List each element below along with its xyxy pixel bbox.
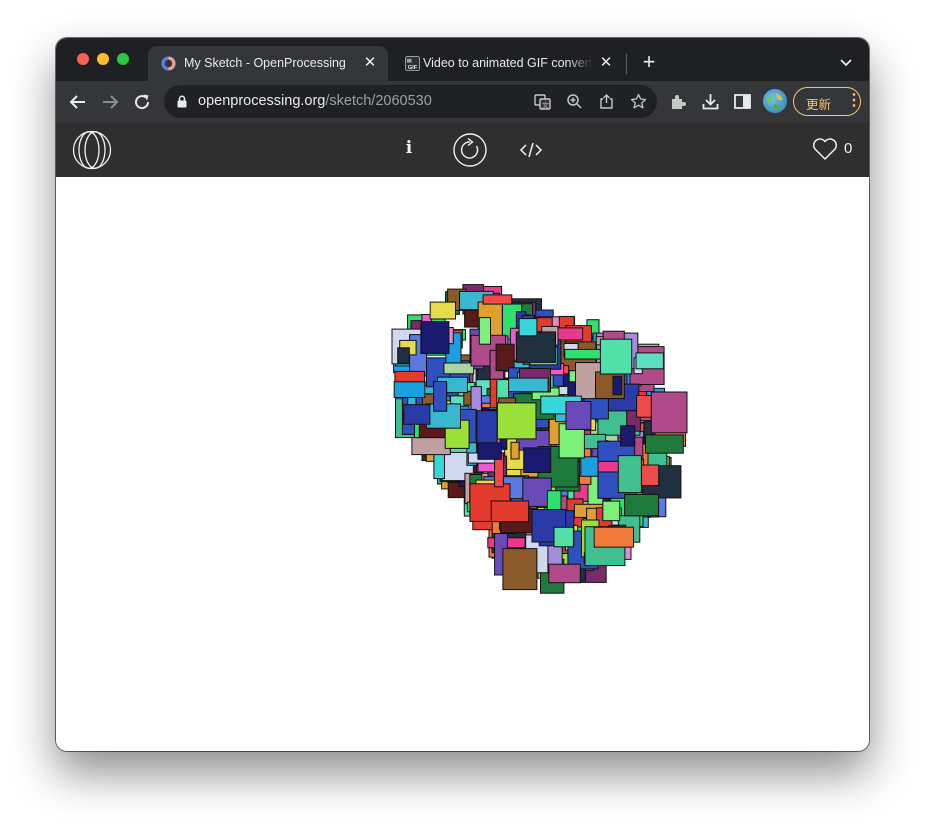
back-icon[interactable]	[67, 91, 89, 113]
url-path: /sketch/2060530	[325, 93, 432, 109]
sketch-rectangle	[580, 456, 599, 477]
sketch-rectangle	[645, 434, 684, 454]
minimize-window-button[interactable]	[97, 53, 109, 65]
browser-window: My Sketch - OpenProcessing ✕ GIF Video t…	[56, 38, 869, 751]
sketch-rectangle	[635, 352, 664, 370]
sketch-rectangle	[420, 321, 450, 355]
reload-icon[interactable]	[131, 91, 153, 113]
sketch-rectangle	[502, 548, 538, 591]
translate-icon[interactable]: 文	[534, 93, 551, 110]
tab-title: Video to animated GIF converter	[423, 56, 593, 70]
more-icon: ⋮	[846, 92, 862, 109]
sidepanel-icon[interactable]	[733, 92, 752, 111]
address-bar[interactable]: openprocessing.org/sketch/2060530 文	[164, 85, 657, 118]
tab-search-chevron-icon[interactable]	[837, 53, 855, 71]
sketch-rectangle	[650, 391, 688, 434]
sketch-rectangle	[411, 437, 451, 456]
sketch-rectangle	[482, 294, 513, 305]
fullscreen-window-button[interactable]	[117, 53, 129, 65]
sketch-rectangle	[558, 386, 569, 396]
sketch-rectangle	[490, 500, 530, 523]
code-icon[interactable]	[519, 140, 543, 160]
sketch-rectangle	[518, 318, 538, 337]
sketch-rectangle	[508, 377, 549, 393]
svg-text:文: 文	[542, 101, 549, 110]
close-window-button[interactable]	[77, 53, 89, 65]
url-host: openprocessing.org	[198, 93, 326, 109]
bookmark-star-icon[interactable]	[630, 93, 647, 110]
sketch-rectangle	[403, 404, 431, 425]
gif-favicon-icon: GIF	[405, 56, 420, 71]
heart-icon[interactable]	[812, 137, 838, 161]
sketch-canvas-area[interactable]	[56, 177, 869, 751]
likes-count: 0	[844, 140, 853, 157]
openprocessing-logo[interactable]	[72, 130, 112, 170]
openprocessing-header: i 0	[56, 122, 869, 177]
sketch-rectangle	[565, 401, 592, 430]
sketch-rectangle	[620, 425, 636, 447]
url-text[interactable]: openprocessing.org/sketch/2060530	[198, 93, 432, 109]
avatar-earth-icon	[766, 93, 783, 109]
sketch-canvas[interactable]	[56, 177, 869, 751]
svg-text:GIF: GIF	[408, 65, 418, 71]
sketch-rectangle	[515, 331, 556, 363]
sketch-rectangle	[397, 347, 410, 364]
sketch-rectangle	[624, 493, 659, 517]
openprocessing-favicon-icon	[161, 56, 176, 71]
sketch-rectangle	[433, 381, 448, 412]
info-icon[interactable]: i	[402, 138, 416, 160]
extensions-icon[interactable]	[669, 92, 688, 111]
sketch-rectangle	[429, 301, 457, 320]
tab-strip: My Sketch - OpenProcessing ✕ GIF Video t…	[56, 38, 869, 81]
sketch-rectangle	[477, 442, 502, 460]
sketch-rectangle	[593, 526, 635, 548]
sketch-rectangle	[510, 441, 520, 460]
browser-toolbar: openprocessing.org/sketch/2060530 文 更新 ⋮	[56, 81, 869, 122]
forward-icon[interactable]	[99, 91, 121, 113]
download-icon[interactable]	[701, 92, 720, 111]
restart-icon[interactable]	[453, 133, 487, 167]
sketch-rectangle	[602, 500, 621, 522]
sketch-rectangle	[638, 464, 660, 487]
tab-openprocessing[interactable]: My Sketch - OpenProcessing ✕	[148, 46, 388, 81]
sketch-rectangle	[523, 447, 552, 473]
update-button[interactable]: 更新 ⋮	[793, 87, 862, 116]
profile-avatar[interactable]	[763, 89, 787, 113]
sketch-rectangle	[478, 317, 491, 345]
tab-gif-converter[interactable]: GIF Video to animated GIF converter ✕	[392, 46, 624, 81]
sketch-rectangle	[617, 455, 642, 494]
sketch-rectangle	[496, 402, 537, 440]
tab-close-icon[interactable]: ✕	[362, 55, 378, 71]
tab-separator	[626, 54, 627, 74]
lock-icon[interactable]	[176, 95, 188, 108]
sketch-rectangle	[476, 410, 498, 446]
sketch-rectangle	[599, 338, 633, 375]
tab-close-icon[interactable]: ✕	[598, 55, 614, 71]
sketch-rectangle	[548, 563, 581, 584]
new-tab-button[interactable]: +	[638, 51, 660, 74]
tab-title: My Sketch - OpenProcessing	[184, 56, 346, 70]
sketch-rectangle	[612, 375, 623, 396]
sketch-rectangle	[393, 381, 426, 399]
sketch-rectangle	[443, 362, 475, 375]
sketch-rectangle	[495, 343, 515, 372]
update-label: 更新	[806, 98, 832, 112]
sketch-rectangle	[557, 327, 584, 341]
sketch-rectangle	[553, 526, 574, 548]
zoom-icon[interactable]	[566, 93, 583, 110]
share-icon[interactable]	[598, 93, 615, 110]
